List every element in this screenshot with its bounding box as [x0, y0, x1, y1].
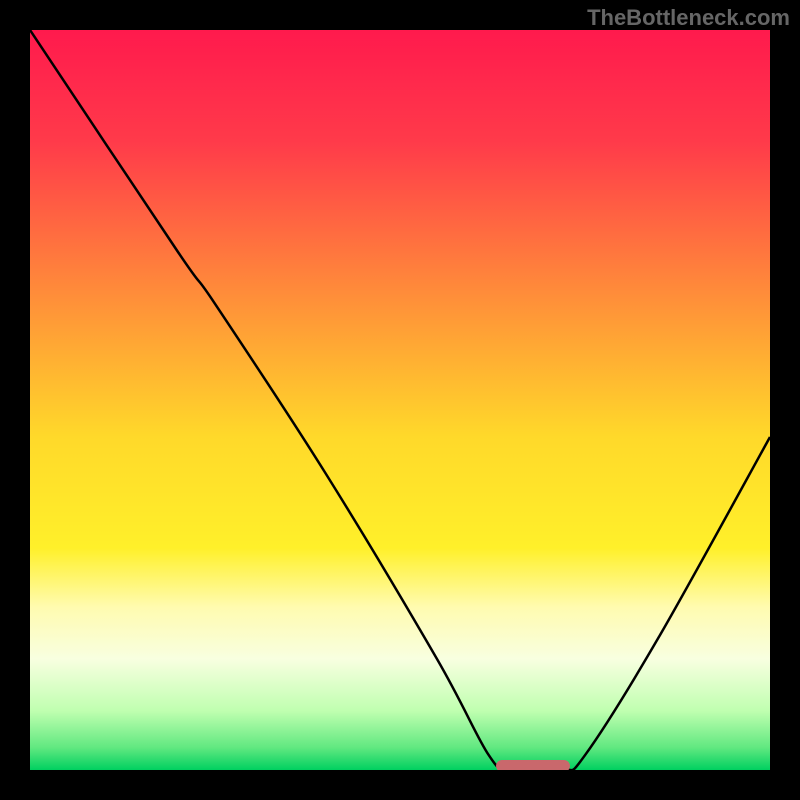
bottleneck-curve — [30, 30, 770, 770]
plot-area — [30, 30, 770, 770]
watermark-text: TheBottleneck.com — [587, 5, 790, 31]
chart-container: TheBottleneck.com — [0, 0, 800, 800]
optimal-range-marker — [496, 760, 570, 770]
